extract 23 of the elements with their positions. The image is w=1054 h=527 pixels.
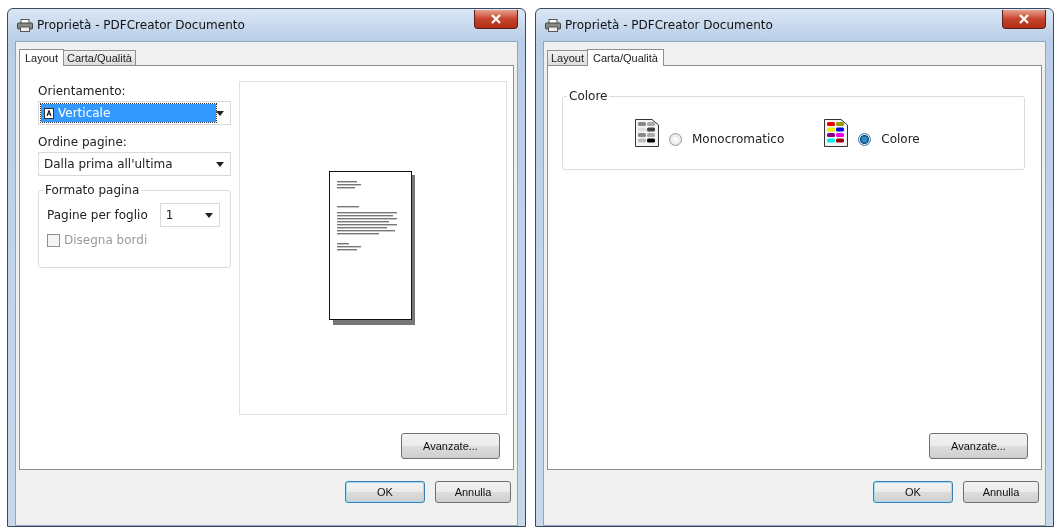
field-label: Orientamento: (38, 84, 127, 98)
checkbox-label: Disegna bordi (64, 233, 148, 247)
cancel-button[interactable]: Annulla (963, 481, 1039, 503)
radio-label: Colore (881, 132, 920, 146)
field-label: Pagine per foglio (47, 208, 148, 222)
cancel-button[interactable]: Annulla (435, 481, 511, 503)
ok-button[interactable]: OK (345, 481, 425, 503)
group-title: Formato pagina (43, 183, 142, 197)
field-label: Ordine pagine: (38, 135, 128, 149)
radio-label: Monocromatico (692, 132, 785, 146)
tab[interactable]: Carta/Qualità (63, 50, 136, 65)
tab[interactable]: Layout (19, 49, 65, 66)
tab[interactable]: Layout (547, 50, 589, 65)
window-title: Proprietà - PDFCreator Documento (565, 18, 774, 32)
advanced-button[interactable]: Avanzate... (929, 433, 1028, 459)
window-title: Proprietà - PDFCreator Documento (37, 18, 246, 32)
tab[interactable]: Carta/Qualità (587, 49, 664, 66)
dropdown-value: Verticale (41, 104, 216, 122)
page-order-dropdown[interactable]: Dalla prima all'ultima (38, 152, 231, 176)
ok-button[interactable]: OK (873, 481, 953, 503)
group-title: Colore (567, 89, 610, 103)
pages-per-sheet-dropdown[interactable]: 1 (159, 203, 220, 227)
advanced-button[interactable]: Avanzate... (401, 433, 500, 459)
